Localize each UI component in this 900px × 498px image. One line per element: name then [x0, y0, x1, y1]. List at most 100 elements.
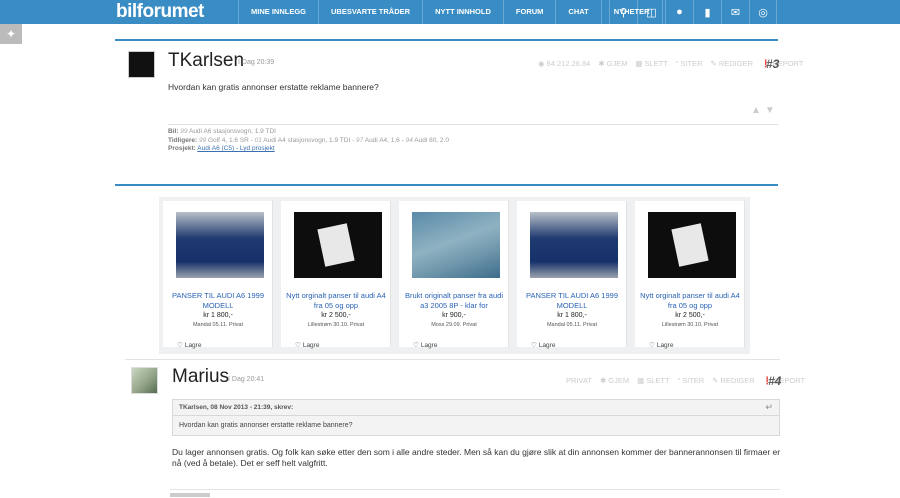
ad-location: Moss 29.09. Privat — [431, 322, 477, 328]
heart-icon: ♡ — [177, 342, 183, 349]
save-button[interactable]: ♡ Lagre — [177, 341, 201, 350]
nav-mine-innlegg[interactable]: MINE INNLEGG — [238, 0, 318, 24]
hide-icon: ✱ — [599, 376, 607, 385]
ad-image[interactable] — [648, 212, 736, 278]
pencil-icon: ✎ — [710, 59, 717, 68]
hide-button[interactable]: ✱ GJEM — [600, 376, 629, 385]
ad-location: Mandal 05.11. Privat — [192, 322, 244, 328]
quote-divider — [173, 415, 779, 416]
post-separator — [115, 39, 778, 41]
save-button[interactable]: ♡ Lagre — [531, 341, 555, 350]
ad-location: Mandal 05.11. Privat — [546, 322, 598, 328]
heart-icon: ♡ — [295, 342, 301, 349]
sig-car: Bil: 99 Audi A6 stasjonsvogn, 1.9 TDI — [168, 128, 276, 135]
nav-ubesvarte-trader[interactable]: UBESVARTE TRÅDER — [318, 0, 422, 24]
nav-nytt-innhold[interactable]: NYTT INNHOLD — [422, 0, 503, 24]
ad-location: Lillestrøm 30.10. Privat — [307, 322, 365, 328]
post-actions: ◉ 84.212.26.84 ✱ GJEM ▦ SLETT “SITER ✎ REDIG… — [538, 59, 803, 68]
avatar[interactable] — [131, 367, 158, 394]
ad-title[interactable]: Nytt orginalt panser til audi A4 fra 05 … — [639, 291, 741, 311]
sig-project: Prosjekt: Audi A6 (C5) - Lyd prosjekt — [168, 145, 275, 152]
ad-card[interactable]: Nytt orginalt panser til audi A4 fra 05 … — [281, 201, 391, 350]
post-separator — [115, 184, 778, 186]
quote-button[interactable]: “SITER — [676, 59, 703, 68]
signature-fragment — [170, 493, 210, 497]
post-body: Du lager annonsen gratis. Og folk kan sø… — [172, 447, 781, 468]
ad-card[interactable]: PANSER TIL AUDI A6 1999 MODELL kr 1 800,… — [517, 201, 627, 350]
ad-image[interactable] — [176, 212, 264, 278]
ad-image[interactable] — [294, 212, 382, 278]
save-button[interactable]: ♡ Lagre — [649, 341, 673, 350]
bookmark-icon[interactable]: ▮ — [693, 0, 721, 24]
reply-arrow-icon[interactable]: ↵ — [765, 402, 773, 413]
private-button[interactable]: PRIVAT — [566, 376, 592, 385]
project-link[interactable]: Audi A6 (C5) - Lyd prosjekt — [197, 145, 274, 152]
ad-image[interactable] — [412, 212, 500, 278]
delete-button[interactable]: ▦ SLETT — [635, 59, 667, 68]
ad-location: Lillestrøm 30.10. Privat — [661, 322, 719, 328]
nav-forum[interactable]: FORUM — [502, 0, 556, 24]
heart-icon: ♡ — [413, 342, 419, 349]
pencil-icon: ✎ — [712, 376, 719, 385]
search-icon[interactable]: ⚲ — [609, 0, 637, 24]
nav-icon-group: ⚲ ◫ ● ▮ ✉ ◎ — [609, 0, 777, 24]
edit-button[interactable]: ✎ REDIGER — [711, 59, 753, 68]
post-number[interactable]: #3 — [766, 57, 779, 71]
main-nav: MINE INNLEGG UBESVARTE TRÅDER NYTT INNHO… — [238, 0, 663, 24]
ad-price: kr 1 800,- — [557, 312, 587, 319]
post-username[interactable]: Marius — [172, 366, 229, 388]
ad-carousel: PANSER TIL AUDI A6 1999 MODELL kr 1 800,… — [159, 197, 750, 354]
nav-chat[interactable]: CHAT — [555, 0, 600, 24]
post-number[interactable]: #4 — [768, 374, 781, 388]
post-body: Hvordan kan gratis annonser erstatte rek… — [168, 82, 379, 92]
quote-author: TKarlsen, 08 Nov 2013 - 21:39, skrev: — [179, 404, 294, 411]
ad-image[interactable] — [530, 212, 618, 278]
trash-icon: ▦ — [635, 59, 643, 68]
sig-previous: Tidligere: 99 Golf 4, 1.6 SR - 01 Audi A… — [168, 136, 449, 144]
ad-card[interactable]: Brukt originalt panser fra audi a3 2005 … — [399, 201, 509, 350]
quote-icon: “ — [675, 59, 679, 68]
location-icon: ◉ — [538, 59, 545, 68]
post-username[interactable]: TKarlsen — [168, 50, 244, 72]
quote-button[interactable]: “SITER — [678, 376, 705, 385]
door-icon[interactable]: ◫ — [637, 0, 665, 24]
compass-icon[interactable]: ◎ — [749, 0, 777, 24]
ad-price: kr 1 800,- — [203, 312, 233, 319]
ad-title[interactable]: Brukt originalt panser fra audi a3 2005 … — [403, 291, 505, 311]
trash-icon: ▦ — [637, 376, 645, 385]
ad-title[interactable]: Nytt orginalt panser til audi A4 fra 05 … — [285, 291, 387, 311]
user-icon[interactable]: ● — [665, 0, 693, 24]
ad-card[interactable]: Nytt orginalt panser til audi A4 fra 05 … — [635, 201, 745, 350]
thumbs-up-icon[interactable]: ▲ — [751, 105, 761, 116]
avatar[interactable] — [128, 51, 155, 78]
post-separator — [125, 359, 780, 360]
ad-title[interactable]: PANSER TIL AUDI A6 1999 MODELL — [521, 291, 623, 311]
ad-card[interactable]: PANSER TIL AUDI A6 1999 MODELL kr 1 800,… — [163, 201, 273, 350]
post-timestamp: I Dag 20:39 — [238, 59, 275, 66]
signature: Bil: 99 Audi A6 stasjonsvogn, 1.9 TDI Ti… — [168, 128, 449, 154]
signature-divider — [170, 489, 780, 490]
hide-button[interactable]: ✱ GJEM — [598, 59, 627, 68]
tools-icon[interactable]: ✦ — [0, 24, 22, 44]
ip-address: ◉ 84.212.26.84 — [538, 59, 591, 68]
ad-title[interactable]: PANSER TIL AUDI A6 1999 MODELL — [167, 291, 269, 311]
quote-block: TKarlsen, 08 Nov 2013 - 21:39, skrev: ↵ … — [172, 399, 780, 436]
quote-text: Hvordan kan gratis annonser erstatte rek… — [179, 422, 353, 429]
site-logo[interactable]: bilforumet — [116, 0, 204, 24]
mail-icon[interactable]: ✉ — [721, 0, 749, 24]
delete-button[interactable]: ▦ SLETT — [637, 376, 669, 385]
ad-price: kr 2 500,- — [321, 312, 351, 319]
top-navigation-bar: bilforumet MINE INNLEGG UBESVARTE TRÅDER… — [0, 0, 900, 24]
ad-price: kr 2 500,- — [675, 312, 705, 319]
post-timestamp: I Dag 20:41 — [228, 376, 265, 383]
edit-button[interactable]: ✎ REDIGER — [712, 376, 754, 385]
vote-buttons: ▲ ▼ — [751, 105, 775, 116]
ad-price: kr 900,- — [442, 312, 466, 319]
thumbs-down-icon[interactable]: ▼ — [765, 105, 775, 116]
hide-icon: ✱ — [598, 59, 605, 68]
save-button[interactable]: ♡ Lagre — [295, 341, 319, 350]
save-button[interactable]: ♡ Lagre — [413, 341, 437, 350]
heart-icon: ♡ — [531, 342, 537, 349]
heart-icon: ♡ — [649, 342, 655, 349]
signature-divider — [168, 124, 778, 125]
